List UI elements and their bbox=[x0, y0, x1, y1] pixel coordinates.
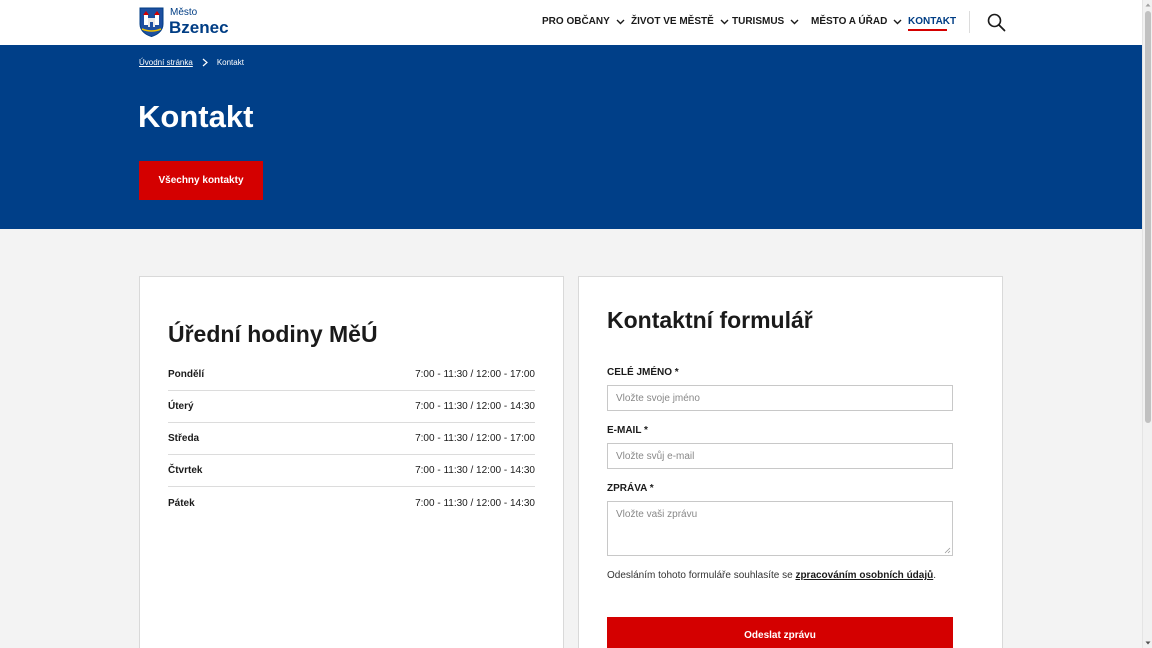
name-input[interactable]: Vložte svoje jméno bbox=[607, 385, 953, 411]
hours-row: Středa 7:00 - 11:30 / 12:00 - 17:00 bbox=[168, 423, 535, 455]
nav-mesto-a-urad[interactable]: MĚSTO A ÚŘAD bbox=[811, 16, 902, 27]
consent-prefix: Odesláním tohoto formuláře souhlasíte se bbox=[607, 570, 796, 581]
nav-pro-obcany[interactable]: PRO OBČANY bbox=[542, 16, 625, 27]
email-label: E-MAIL * bbox=[607, 425, 648, 436]
nav-zivot-ve-meste[interactable]: ŽIVOT VE MĚSTĚ bbox=[631, 16, 729, 27]
message-placeholder: Vložte vaši zprávu bbox=[616, 509, 698, 520]
nav-label: ŽIVOT VE MĚSTĚ bbox=[631, 16, 714, 27]
contact-form-card: Kontaktní formulář CELÉ JMÉNO * Vložte s… bbox=[578, 276, 1003, 648]
breadcrumb-current: Kontakt bbox=[216, 58, 244, 67]
privacy-policy-link[interactable]: zpracováním osobních údajů bbox=[795, 570, 933, 581]
scroll-thumb[interactable] bbox=[1145, 11, 1151, 423]
hours-row: Pátek 7:00 - 11:30 / 12:00 - 14:30 bbox=[168, 487, 535, 519]
chevron-down-icon bbox=[790, 19, 799, 24]
office-hours-title: Úřední hodiny MěÚ bbox=[168, 321, 378, 347]
scroll-down-icon[interactable] bbox=[1145, 640, 1151, 646]
active-nav-indicator bbox=[908, 29, 947, 31]
logo-small-text: Město bbox=[170, 7, 198, 18]
submit-button[interactable]: Odeslat zprávu bbox=[607, 617, 953, 648]
hours-time: 7:00 - 11:30 / 12:00 - 17:00 bbox=[415, 433, 535, 444]
nav-label: MĚSTO A ÚŘAD bbox=[811, 16, 888, 27]
chevron-down-icon bbox=[893, 19, 902, 24]
nav-label: TURISMUS bbox=[732, 16, 785, 27]
hours-time: 7:00 - 11:30 / 12:00 - 14:30 bbox=[415, 401, 535, 412]
nav-kontakt[interactable]: KONTAKT bbox=[908, 16, 956, 27]
message-textarea[interactable]: Vložte vaši zprávu bbox=[607, 501, 953, 556]
hours-day: Pátek bbox=[168, 497, 195, 509]
chevron-right-icon bbox=[202, 58, 208, 67]
hours-row: Pondělí 7:00 - 11:30 / 12:00 - 17:00 bbox=[168, 359, 535, 391]
scroll-up-icon[interactable] bbox=[1145, 2, 1151, 8]
hours-day: Středa bbox=[168, 433, 200, 444]
message-label: ZPRÁVA * bbox=[607, 483, 654, 494]
site-logo[interactable]: Město Bzenec bbox=[139, 7, 229, 37]
hours-row: Úterý 7:00 - 11:30 / 12:00 - 14:30 bbox=[168, 391, 535, 423]
contact-form: CELÉ JMÉNO * Vložte svoje jméno E-MAIL *… bbox=[607, 367, 954, 581]
hours-time: 7:00 - 11:30 / 12:00 - 17:00 bbox=[415, 369, 535, 380]
name-label: CELÉ JMÉNO * bbox=[607, 367, 679, 378]
search-icon[interactable] bbox=[986, 12, 1006, 32]
page-hero: Úvodní stránka Kontakt Kontakt Všechny k… bbox=[0, 45, 1142, 229]
chevron-down-icon bbox=[720, 19, 729, 24]
site-header: Město Bzenec PRO OBČANY ŽIVOT VE MĚSTĚ T… bbox=[0, 0, 1142, 45]
nav-label: PRO OBČANY bbox=[542, 16, 610, 27]
nav-label: KONTAKT bbox=[908, 16, 957, 27]
city-crest-icon bbox=[139, 7, 164, 37]
logo-big-text: Bzenec bbox=[169, 18, 229, 37]
hours-time: 7:00 - 11:30 / 12:00 - 14:30 bbox=[415, 497, 535, 509]
hours-day: Čtvrtek bbox=[168, 465, 203, 476]
consent-text: Odesláním tohoto formuláře souhlasíte se… bbox=[607, 570, 954, 581]
hours-day: Pondělí bbox=[168, 369, 205, 380]
breadcrumb-home-link[interactable]: Úvodní stránka bbox=[139, 58, 193, 67]
nav-divider bbox=[969, 11, 970, 33]
page-scrollbar[interactable] bbox=[1142, 0, 1152, 648]
consent-suffix: . bbox=[933, 570, 937, 581]
chevron-down-icon bbox=[616, 19, 625, 24]
office-hours-card: Úřední hodiny MěÚ Pondělí 7:00 - 11:30 /… bbox=[139, 276, 564, 648]
hours-day: Úterý bbox=[168, 401, 194, 412]
email-input[interactable]: Vložte svůj e-mail bbox=[607, 443, 953, 469]
nav-turismus[interactable]: TURISMUS bbox=[732, 16, 799, 27]
office-hours-list: Pondělí 7:00 - 11:30 / 12:00 - 17:00 Úte… bbox=[168, 359, 535, 519]
contact-form-title: Kontaktní formulář bbox=[607, 307, 813, 333]
page-title: Kontakt bbox=[138, 99, 254, 134]
breadcrumb: Úvodní stránka Kontakt bbox=[139, 58, 244, 67]
resize-handle-icon[interactable] bbox=[944, 547, 951, 554]
hours-time: 7:00 - 11:30 / 12:00 - 14:30 bbox=[415, 465, 535, 476]
hours-row: Čtvrtek 7:00 - 11:30 / 12:00 - 14:30 bbox=[168, 455, 535, 487]
all-contacts-button[interactable]: Všechny kontakty bbox=[139, 161, 263, 200]
